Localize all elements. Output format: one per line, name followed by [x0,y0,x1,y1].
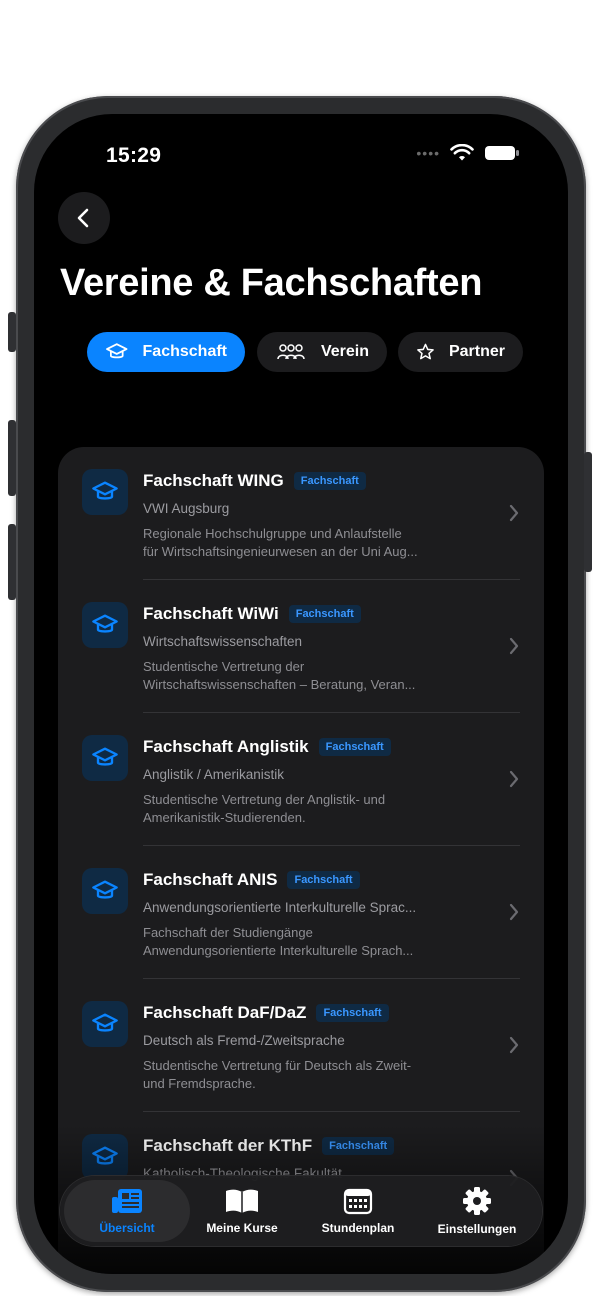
book-icon [226,1189,258,1213]
status-time: 15:29 [106,144,162,167]
item-title-row: Fachschaft WiWi Fachschaft [143,604,361,624]
item-title: Fachschaft WiWi [143,604,279,623]
item-description-line: Amerikanistik-Studierenden. [143,809,306,825]
item-icon [82,735,128,781]
chevron-right-icon [509,504,519,522]
tab-uebersicht[interactable]: Übersicht [64,1180,190,1242]
tab-meine-kurse-label: Meine Kurse [206,1221,278,1235]
item-icon [82,1001,128,1047]
segment-fachschaft[interactable]: Fachschaft [87,332,245,372]
item-icon [82,469,128,515]
newspaper-icon [112,1189,142,1213]
graduation-cap-icon [92,481,118,500]
chevron-left-icon [77,208,89,228]
status-icons: •••• [416,144,520,162]
side-button-mute [8,312,16,352]
category-badge: Fachschaft [293,472,366,490]
item-title-row: Fachschaft ANIS Fachschaft [143,870,360,890]
list-item[interactable]: Fachschaft WING Fachschaft VWI Augsburg … [58,447,544,580]
item-title-row: Fachschaft Anglistik Fachschaft [143,737,391,757]
category-badge: Fachschaft [288,605,361,623]
segment-verein[interactable]: Verein [257,332,387,372]
item-icon [82,868,128,914]
item-description-line: Wirtschaftswissenschaften – Beratung, Ve… [143,676,416,692]
item-description-line: Studentische Vertretung für Deutsch als … [143,1058,412,1073]
list-item[interactable]: Fachschaft ANIS Fachschaft Anwendungsori… [58,846,544,979]
screen: 15:29 •••• Vereine & Fachschaften Fachsc… [34,114,568,1274]
item-title-row: Fachschaft DaF/DaZ Fachschaft [143,1003,389,1023]
item-icon [82,602,128,648]
item-description: Studentische Vertretung für Deutsch als … [143,1057,473,1092]
item-description: Studentische Vertretung der Anglistik- u… [143,791,473,826]
item-title-row: Fachschaft WING Fachschaft [143,471,366,491]
item-subtitle: Deutsch als Fremd-/Zweitsprache [143,1033,345,1048]
graduation-cap-icon [92,614,118,633]
list-item[interactable]: Fachschaft Anglistik Fachschaft Anglisti… [58,713,544,846]
item-subtitle: Anwendungsorientierte Interkulturelle Sp… [143,900,417,915]
signal-icon: •••• [416,145,440,161]
side-button-power [584,452,592,572]
wifi-icon [450,144,474,161]
item-subtitle: Anglistik / Amerikanistik [143,767,285,782]
tab-einstellungen[interactable]: Einstellungen [416,1176,538,1246]
tab-uebersicht-label: Übersicht [99,1221,155,1235]
segment-partner[interactable]: Partner [398,332,523,372]
tab-bar: Übersicht Meine Kurse Stundenplan Einste… [60,1176,542,1246]
item-description-line: und Fremdsprache. [143,1075,256,1091]
item-subtitle: Wirtschaftswissenschaften [143,634,303,649]
people-group-icon [277,344,305,360]
item-description-line: Regionale Hochschulgruppe und Anlaufstel… [143,526,402,541]
item-description: Fachschaft der Studiengänge Anwendungsori… [143,924,473,959]
list-item[interactable]: Fachschaft DaF/DaZ Fachschaft Deutsch al… [58,979,544,1112]
graduation-cap-icon [92,880,118,899]
item-description-line: Studentische Vertretung der Anglistik- u… [143,792,386,807]
item-description-line: Studentische Vertretung der [143,659,305,674]
item-title-row: Fachschaft der KThF Fachschaft [143,1136,395,1156]
segment-fachschaft-label: Fachschaft [142,343,227,360]
list-item[interactable]: Fachschaft WiWi Fachschaft Wirtschaftswi… [58,580,544,713]
star-icon [417,343,434,360]
graduation-cap-icon [92,1146,118,1165]
battery-icon [485,146,519,160]
category-badge: Fachschaft [316,1004,389,1022]
calendar-icon [343,1188,373,1215]
chevron-right-icon [509,1036,519,1054]
segment-verein-label: Verein [320,343,369,360]
item-description-line: Fachschaft der Studiengänge [143,925,313,940]
back-button[interactable] [58,192,110,244]
item-description-line: Anwendungsorientierte Interkulturelle Sp… [143,942,414,958]
item-title: Fachschaft WING [143,471,284,490]
category-badge: Fachschaft [322,1137,395,1155]
page-title: Vereine & Fachschaften [60,262,483,304]
tab-stundenplan-label: Stundenplan [321,1221,395,1235]
item-title: Fachschaft der KThF [143,1136,313,1155]
category-badge: Fachschaft [287,871,360,889]
chevron-right-icon [509,770,519,788]
item-description-line: für Wirtschaftsingenieurwesen an der Uni… [143,543,418,559]
graduation-cap-icon [92,747,118,766]
item-description: Regionale Hochschulgruppe und Anlaufstel… [143,525,473,560]
item-description: Studentische Vertretung der Wirtschaftswi… [143,658,473,693]
item-title: Fachschaft Anglistik [143,737,309,756]
list-card: Fachschaft WING Fachschaft VWI Augsburg … [58,447,544,1274]
tab-einstellungen-label: Einstellungen [437,1222,517,1236]
gear-icon [463,1187,491,1215]
item-title: Fachschaft ANIS [143,870,278,889]
category-badge: Fachschaft [318,738,391,756]
segment-partner-label: Partner [448,343,505,360]
item-subtitle: VWI Augsburg [143,501,230,516]
chevron-right-icon [509,637,519,655]
tab-stundenplan[interactable]: Stundenplan [300,1176,416,1246]
item-icon [82,1134,128,1180]
tab-meine-kurse[interactable]: Meine Kurse [184,1176,300,1246]
graduation-cap-icon [92,1013,118,1032]
graduation-cap-icon [106,343,128,359]
side-button-volume-up [8,420,16,496]
chevron-right-icon [509,903,519,921]
side-button-volume-down [8,524,16,600]
item-title: Fachschaft DaF/DaZ [143,1003,307,1022]
